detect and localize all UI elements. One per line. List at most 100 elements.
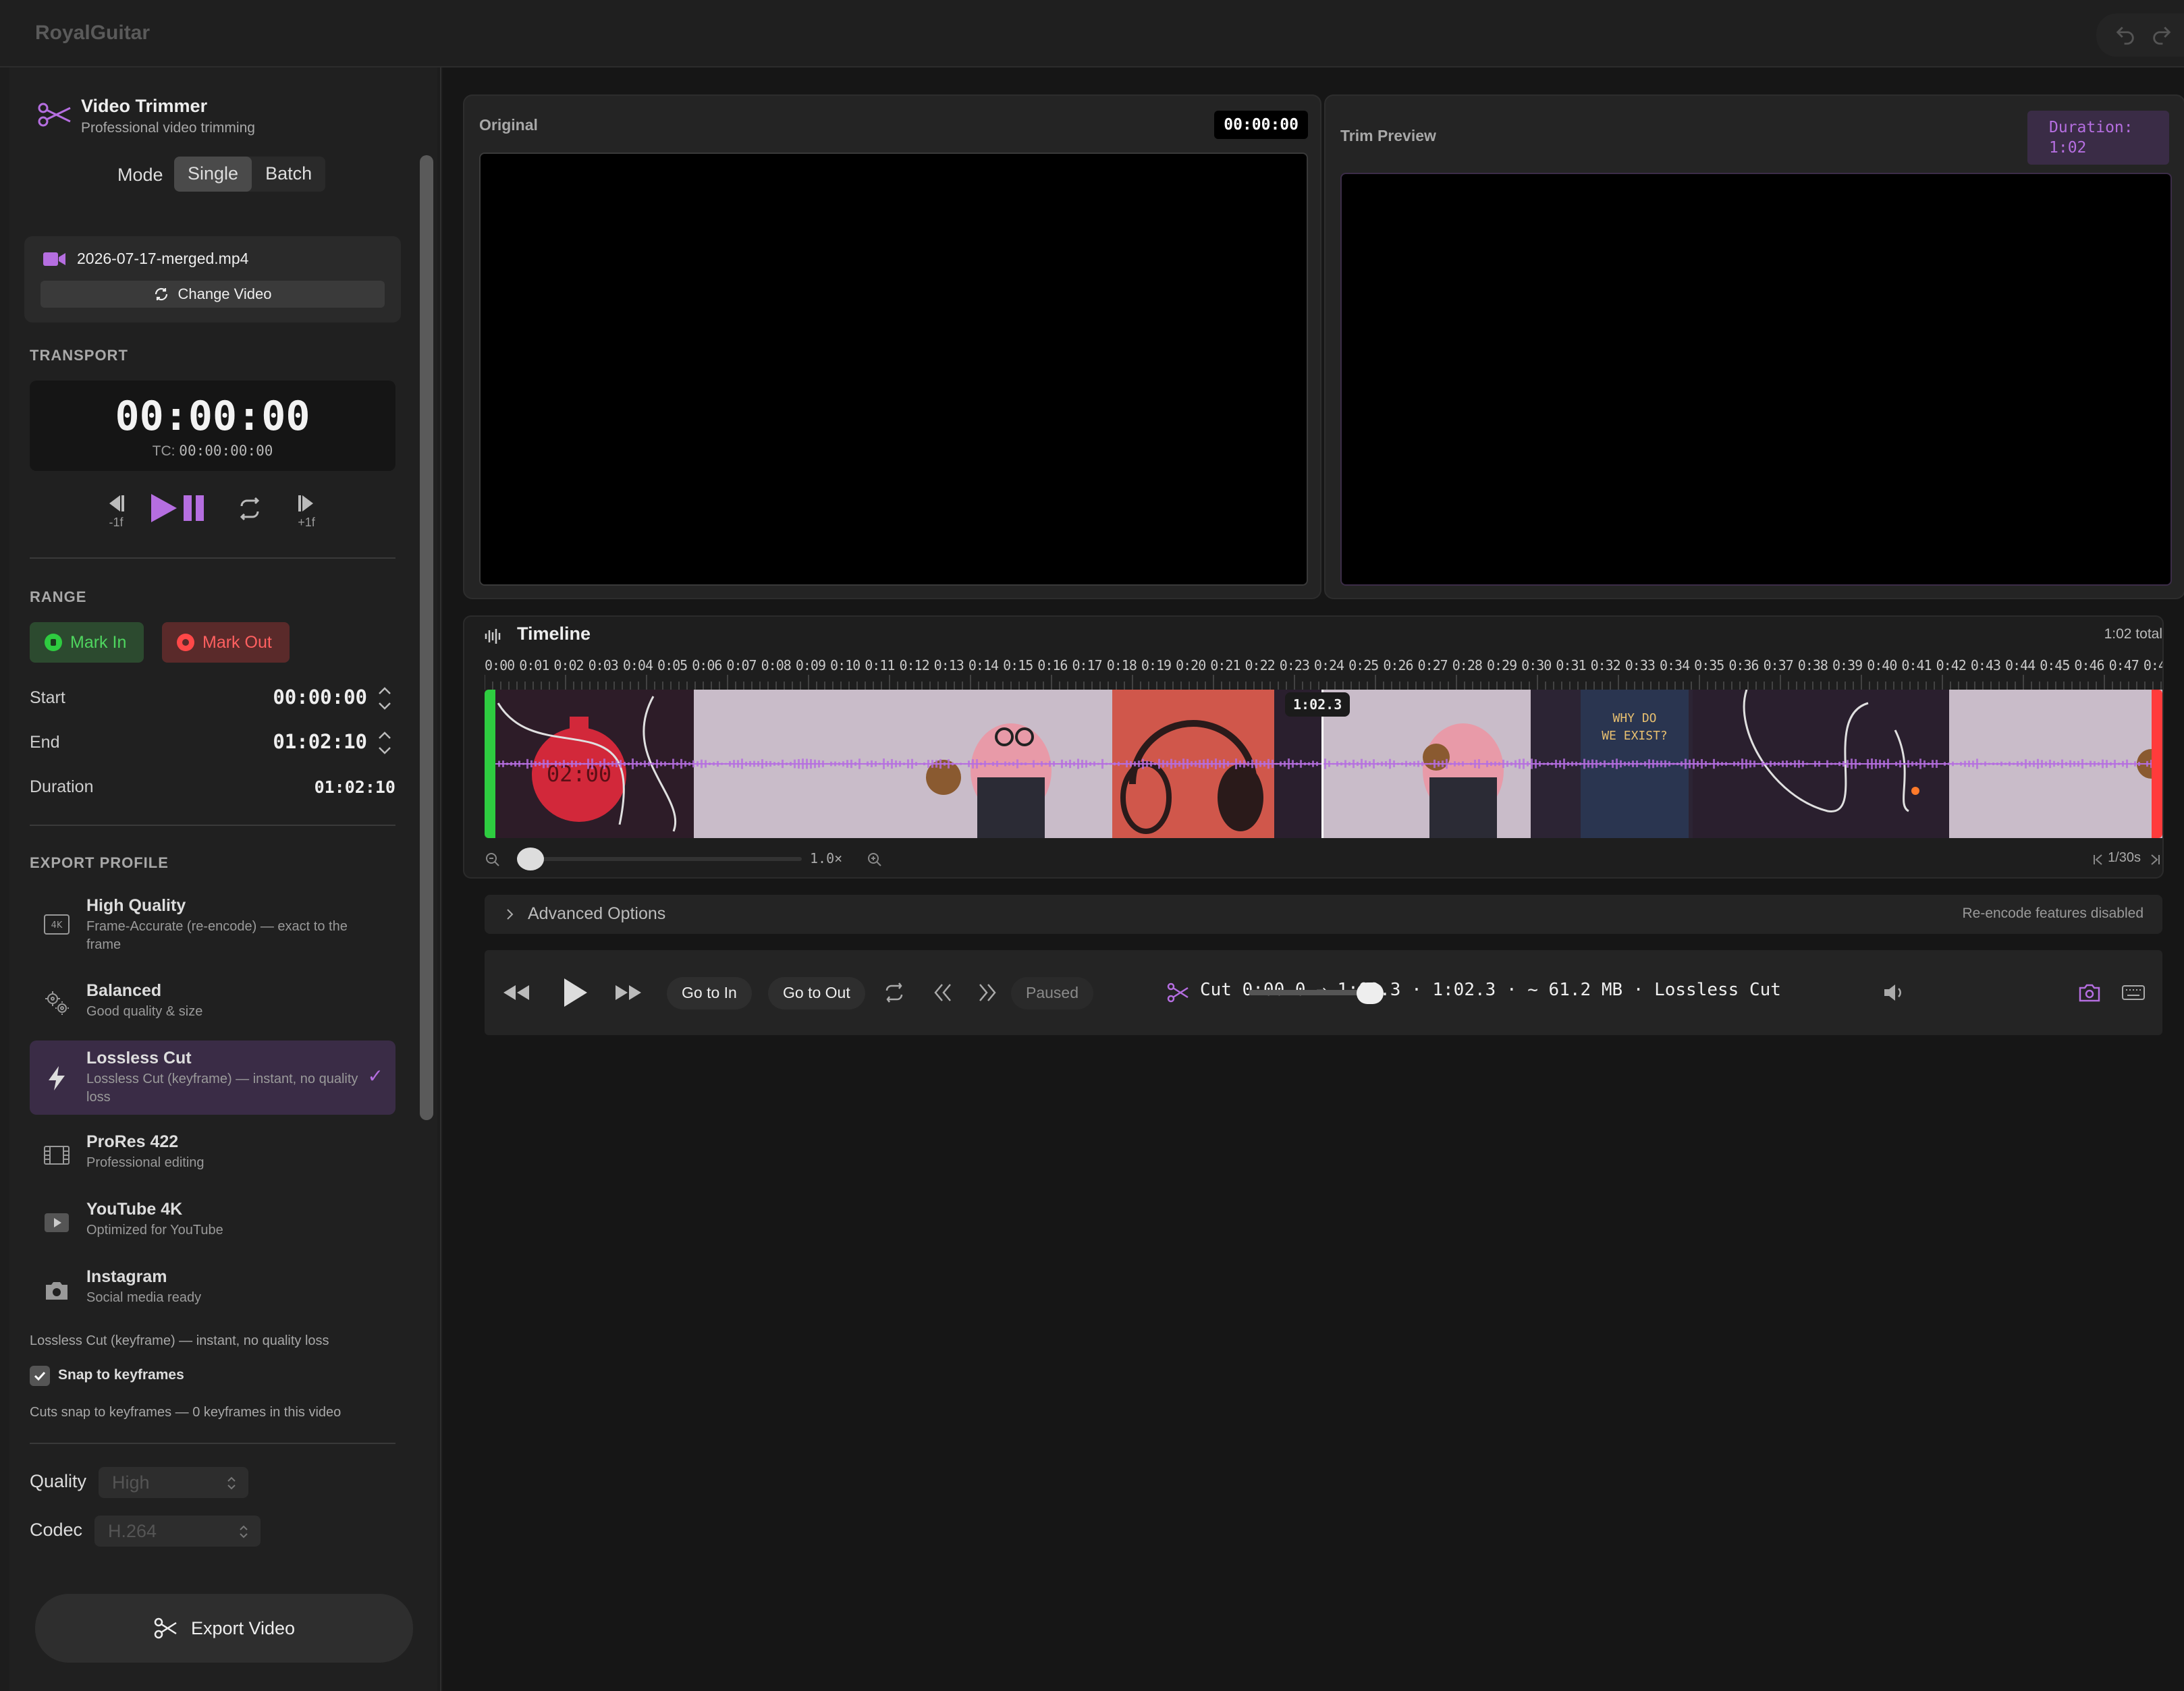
go-to-out-button[interactable]: Go to Out	[768, 977, 865, 1009]
volume-slider-thumb[interactable]	[1357, 982, 1384, 1004]
codec-select[interactable]: H.264	[94, 1516, 261, 1547]
snapshot-camera-icon[interactable]	[2077, 980, 2102, 1005]
waveform-bar	[1166, 760, 1168, 767]
keyboard-icon[interactable]	[2121, 980, 2146, 1005]
waveform-bar	[1037, 763, 1039, 765]
step-back-frame-button[interactable]: -1f	[103, 490, 130, 530]
rewind-icon[interactable]	[501, 977, 532, 1008]
play-icon[interactable]	[557, 976, 591, 1009]
end-value[interactable]: 01:02:10	[273, 730, 367, 753]
trim-preview-panel: Trim Preview Duration: 1:02	[1324, 94, 2184, 599]
waveform-bar	[2009, 761, 2011, 767]
waveform-bar	[1636, 760, 1638, 767]
jump-forward-icon[interactable]	[976, 980, 1000, 1005]
waveform-bar	[1267, 758, 1270, 769]
waveform-bar	[672, 758, 674, 769]
go-to-in-button[interactable]: Go to In	[667, 977, 752, 1009]
waveform-bar	[1429, 763, 1431, 765]
loop-icon[interactable]	[883, 981, 906, 1004]
waveform-bar	[968, 760, 970, 767]
play-pause-button[interactable]	[150, 491, 207, 525]
advanced-options[interactable]: Advanced Options Re-encode features disa…	[485, 895, 2162, 934]
mark-out-button[interactable]: Mark Out	[162, 622, 290, 663]
waveform-bar	[802, 758, 804, 769]
profile-prores-422[interactable]: ProRes 422 Professional editing	[30, 1126, 395, 1184]
undo-icon[interactable]	[2114, 24, 2137, 47]
advanced-options-label: Advanced Options	[528, 904, 666, 923]
waveform-bar	[1672, 763, 1674, 765]
waveform-bar	[1806, 763, 1808, 765]
timeline-zoom-row: 1.0× 1/30s	[485, 846, 2162, 870]
waveform-bar	[1782, 760, 1784, 767]
zoom-slider-thumb[interactable]	[517, 848, 544, 870]
redo-icon[interactable]	[2150, 24, 2173, 47]
zoom-slider[interactable]	[525, 857, 802, 861]
mark-in-button[interactable]: Mark In	[30, 622, 144, 663]
next-frame-icon[interactable]	[2146, 852, 2162, 868]
waveform-bar	[583, 763, 585, 765]
scissors-icon	[38, 103, 71, 127]
waveform-bar	[1292, 760, 1294, 768]
sidebar-scrollbar[interactable]	[420, 155, 433, 1120]
waveform-bar	[854, 762, 856, 766]
prev-frame-icon[interactable]	[2091, 852, 2107, 868]
waveform-bar	[1324, 758, 1326, 769]
waveform-bar	[1551, 763, 1553, 765]
volume-slider[interactable]	[1249, 990, 1370, 995]
waveform-bar	[1421, 761, 1423, 767]
start-value[interactable]: 00:00:00	[273, 686, 367, 709]
zoom-out-icon[interactable]	[485, 852, 501, 868]
volume-icon[interactable]	[1882, 980, 1906, 1005]
waveform-bar	[1146, 760, 1148, 767]
waveform-bar	[530, 760, 533, 768]
waveform-bar	[1834, 763, 1836, 765]
waveform-bar	[1523, 758, 1525, 769]
profile-lossless-cut[interactable]: Lossless Cut Lossless Cut (keyframe) — i…	[30, 1041, 395, 1115]
fast-forward-icon[interactable]	[613, 977, 644, 1008]
waveform-bar	[1721, 762, 1723, 766]
profile-high-quality[interactable]: 4K High Quality Frame-Accurate (re-encod…	[30, 889, 395, 965]
waveform-bar	[701, 759, 703, 769]
in-point-handle[interactable]	[485, 690, 495, 838]
change-video-button[interactable]: Change Video	[40, 281, 385, 308]
timeline-ruler[interactable]: 0:00 0:01 0:02 0:03 0:04 0:05 0:06 0:07 …	[485, 655, 2162, 690]
waveform-bar	[725, 763, 727, 765]
waveform-bar	[1045, 763, 1047, 765]
end-stepper-icon[interactable]	[374, 726, 395, 760]
waveform-bar	[1482, 763, 1484, 765]
waveform-bar	[964, 763, 966, 765]
loop-button[interactable]	[236, 495, 263, 522]
trim-preview-video[interactable]	[1340, 173, 2172, 586]
waveform-bar	[834, 761, 836, 767]
start-stepper-icon[interactable]	[374, 682, 395, 715]
snap-keyframes-checkbox[interactable]	[30, 1366, 50, 1386]
out-point-handle[interactable]	[2152, 690, 2162, 838]
profile-youtube-4k[interactable]: YouTube 4K Optimized for YouTube	[30, 1193, 395, 1251]
start-field: Start 00:00:00	[30, 682, 395, 715]
mode-batch-button[interactable]: Batch	[252, 157, 325, 192]
waveform-bar	[1312, 760, 1314, 767]
waveform-bar	[526, 758, 528, 769]
waveform-bar	[1778, 762, 1780, 766]
waveform-bar	[1389, 758, 1391, 769]
brand-subtitle: Professional video trimming	[81, 120, 255, 136]
waveform-bar	[1774, 761, 1776, 767]
waveform-bar	[915, 762, 917, 766]
undo-redo-group	[2096, 13, 2184, 57]
original-video[interactable]	[479, 153, 1308, 586]
quality-select[interactable]: High	[99, 1467, 248, 1498]
waveform-bar	[1089, 762, 1091, 766]
export-video-button[interactable]: Export Video	[35, 1594, 413, 1663]
profile-balanced[interactable]: Balanced Good quality & size	[30, 974, 395, 1032]
waveform-bar	[1992, 762, 1994, 766]
waveform-bar	[1450, 763, 1452, 765]
waveform-bar	[1474, 759, 1476, 769]
profile-instagram[interactable]: Instagram Social media ready	[30, 1260, 395, 1319]
zoom-in-icon[interactable]	[867, 852, 883, 868]
step-forward-frame-button[interactable]: +1f	[293, 490, 320, 530]
mode-single-button[interactable]: Single	[174, 157, 252, 192]
profile-title: Instagram	[86, 1267, 167, 1286]
jump-back-icon[interactable]	[930, 980, 954, 1005]
waveform-bar	[1397, 763, 1399, 765]
waveform-bar	[1907, 760, 1909, 768]
